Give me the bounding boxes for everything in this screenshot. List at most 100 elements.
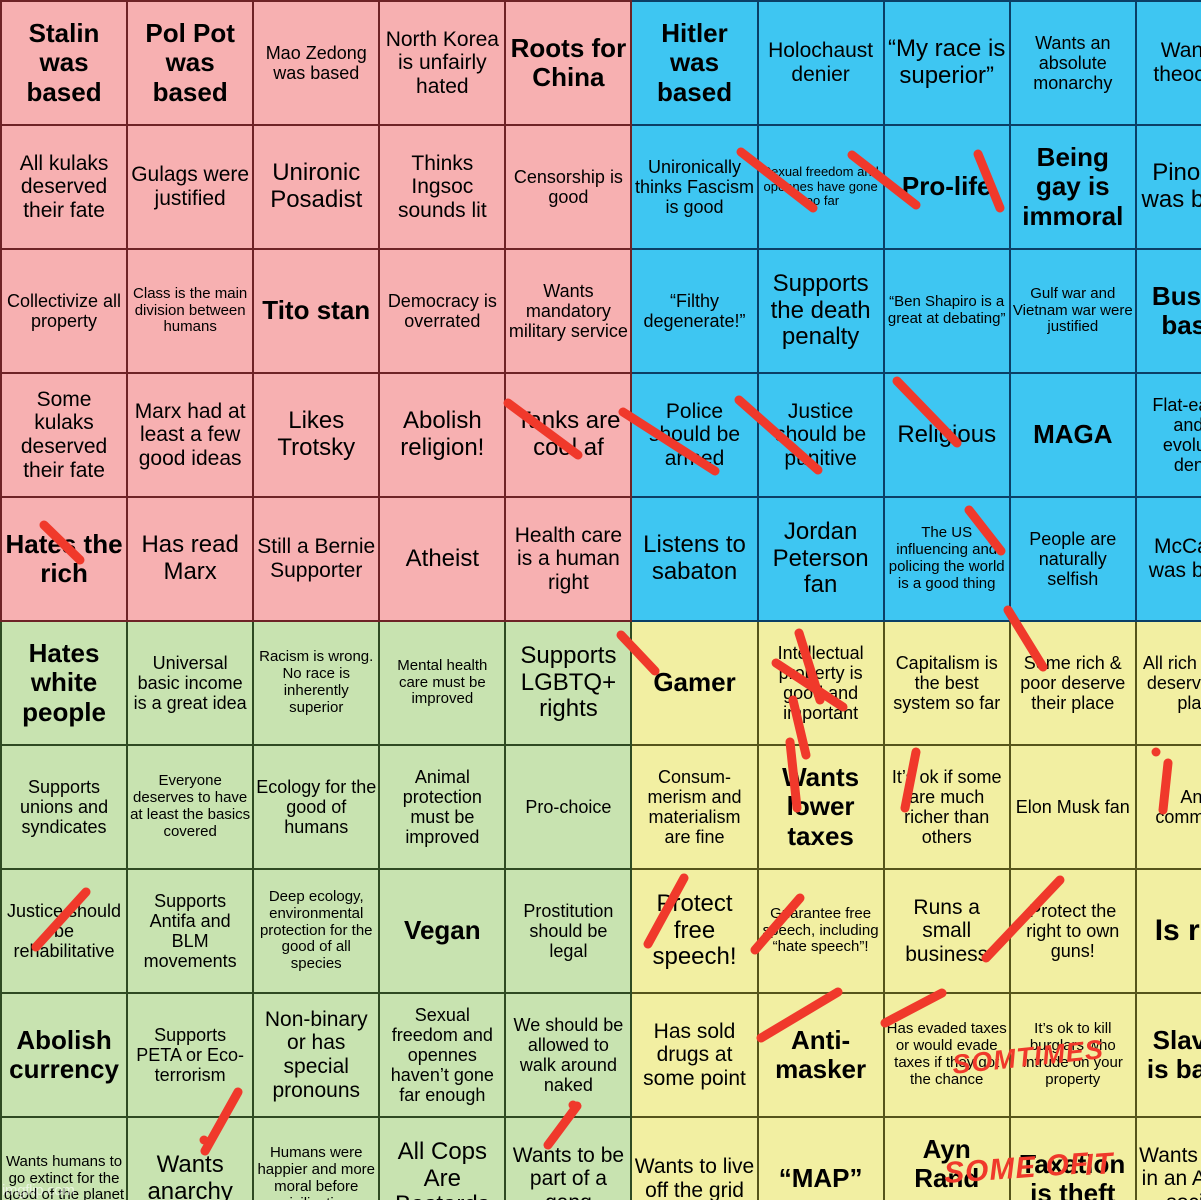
- bingo-cell[interactable]: Tito stan: [252, 248, 381, 374]
- bingo-cell[interactable]: MAGA: [1008, 372, 1137, 498]
- bingo-cell[interactable]: Stalin was based: [0, 0, 129, 126]
- bingo-cell[interactable]: Being gay is immoral: [1008, 124, 1137, 250]
- bingo-cell[interactable]: Non-binary or has special pronouns: [252, 992, 381, 1118]
- bingo-cell[interactable]: Gulags were justified: [126, 124, 255, 250]
- bingo-cell[interactable]: Anti-communist: [1134, 744, 1201, 870]
- bingo-cell[interactable]: Gamer: [630, 620, 759, 746]
- bingo-cell[interactable]: Is rich: [1134, 868, 1201, 994]
- bingo-cell[interactable]: Roots for China: [504, 0, 633, 126]
- bingo-cell[interactable]: Supports PETA or Eco-terrorism: [126, 992, 255, 1118]
- bingo-cell-label: All kulaks deserved their fate: [19, 151, 109, 222]
- bingo-cell[interactable]: People are naturally selfish: [1008, 496, 1137, 622]
- bingo-cell[interactable]: Sexual freedom and opennes haven’t gone …: [378, 992, 507, 1118]
- bingo-cell[interactable]: Police should be armed: [630, 372, 759, 498]
- bingo-cell[interactable]: All kulaks deserved their fate: [0, 124, 129, 250]
- bingo-cell[interactable]: Abolish religion!: [378, 372, 507, 498]
- bingo-cell[interactable]: Atheist: [378, 496, 507, 622]
- bingo-cell[interactable]: Thinks Ingsoc sounds lit: [378, 124, 507, 250]
- bingo-cell[interactable]: Anti-masker: [756, 992, 885, 1118]
- bingo-cell[interactable]: Deep ecology, environmental protection f…: [252, 868, 381, 994]
- bingo-cell[interactable]: Flat-earther and/or evolution denier: [1134, 372, 1201, 498]
- bingo-cell[interactable]: Censorship is good: [504, 124, 633, 250]
- bingo-cell[interactable]: The US influencing and policing the worl…: [882, 496, 1011, 622]
- bingo-cell[interactable]: Holochaust denier: [756, 0, 885, 126]
- bingo-cell[interactable]: Listens to sabaton: [630, 496, 759, 622]
- bingo-cell[interactable]: Consum-merism and materialism are fine: [630, 744, 759, 870]
- bingo-cell[interactable]: It’s ok if some are much richer than oth…: [882, 744, 1011, 870]
- bingo-cell[interactable]: Sexual freedom and opennes have gone too…: [756, 124, 885, 250]
- bingo-cell[interactable]: Jordan Peterson fan: [756, 496, 885, 622]
- bingo-cell[interactable]: Some rich & poor deserve their place: [1008, 620, 1137, 746]
- bingo-cell[interactable]: Pro-life: [882, 124, 1011, 250]
- bingo-cell[interactable]: “Ben Shapiro is a great at debating”: [882, 248, 1011, 374]
- bingo-cell[interactable]: Mental health care must be improved: [378, 620, 507, 746]
- bingo-cell[interactable]: We should be allowed to walk around nake…: [504, 992, 633, 1118]
- bingo-cell[interactable]: Wants lower taxes: [756, 744, 885, 870]
- bingo-cell[interactable]: Pinochet was based: [1134, 124, 1201, 250]
- bingo-cell[interactable]: Ecology for the good of humans: [252, 744, 381, 870]
- bingo-cell[interactable]: “MAP”: [756, 1116, 885, 1200]
- bingo-cell[interactable]: Supports the death penalty: [756, 248, 885, 374]
- bingo-cell[interactable]: Justice should be rehabilitative: [0, 868, 129, 994]
- bingo-cell[interactable]: “My race is superior”: [882, 0, 1011, 126]
- bingo-cell[interactable]: Universal basic income is a great idea: [126, 620, 255, 746]
- bingo-cell-label: Wants a theocracy: [1153, 39, 1201, 86]
- bingo-cell[interactable]: Wants an absolute monarchy: [1008, 0, 1137, 126]
- bingo-cell[interactable]: Supports Antifa and BLM movements: [126, 868, 255, 994]
- bingo-cell[interactable]: Hates the rich: [0, 496, 129, 622]
- bingo-cell[interactable]: Some kulaks deserved their fate: [0, 372, 129, 498]
- bingo-cell[interactable]: Humans were happier and more moral befor…: [252, 1116, 381, 1200]
- bingo-cell[interactable]: Runs a small business: [882, 868, 1011, 994]
- bingo-cell[interactable]: Protect free speech!: [630, 868, 759, 994]
- bingo-cell[interactable]: Health care is a human right: [504, 496, 633, 622]
- bingo-cell[interactable]: Democracy is overrated: [378, 248, 507, 374]
- bingo-cell[interactable]: Wants to live in an AnCap society: [1134, 1116, 1201, 1200]
- bingo-cell[interactable]: Wants to live off the grid: [630, 1116, 759, 1200]
- bingo-cell[interactable]: Wants a theocracy: [1134, 0, 1201, 126]
- bingo-cell[interactable]: Wants mandatory military service: [504, 248, 633, 374]
- bingo-cell[interactable]: Justice should be punitive: [756, 372, 885, 498]
- bingo-cell[interactable]: Intellectual property is good and import…: [756, 620, 885, 746]
- bingo-cell[interactable]: Prostitution should be legal: [504, 868, 633, 994]
- bingo-cell[interactable]: Religious: [882, 372, 1011, 498]
- bingo-cell[interactable]: Collectivize all property: [0, 248, 129, 374]
- bingo-cell[interactable]: Everyone deserves to have at least the b…: [126, 744, 255, 870]
- bingo-cell[interactable]: Guarantee free speech, including “hate s…: [756, 868, 885, 994]
- bingo-cell[interactable]: Elon Musk fan: [1008, 744, 1137, 870]
- bingo-cell[interactable]: Hitler was based: [630, 0, 759, 126]
- bingo-cell[interactable]: Animal protection must be improved: [378, 744, 507, 870]
- bingo-cell[interactable]: Capitalism is the best system so far: [882, 620, 1011, 746]
- bingo-cell[interactable]: McCarthy was based: [1134, 496, 1201, 622]
- bingo-cell[interactable]: Supports unions and syndicates: [0, 744, 129, 870]
- bingo-cell[interactable]: Marx had at least a few good ideas: [126, 372, 255, 498]
- bingo-cell[interactable]: Slavery is based: [1134, 992, 1201, 1118]
- bingo-cell[interactable]: “Filthy degenerate!”: [630, 248, 759, 374]
- bingo-cell[interactable]: All Cops Are Bastards: [378, 1116, 507, 1200]
- bingo-cell[interactable]: Pol Pot was based: [126, 0, 255, 126]
- bingo-cell[interactable]: Protect the right to own guns!: [1008, 868, 1137, 994]
- bingo-cell[interactable]: Wants anarchy: [126, 1116, 255, 1200]
- bingo-cell[interactable]: Abolish currency: [0, 992, 129, 1118]
- bingo-cell[interactable]: Gulf war and Vietnam war were justified: [1008, 248, 1137, 374]
- bingo-cell[interactable]: Has read Marx: [126, 496, 255, 622]
- bingo-cell[interactable]: Wants to be part of a gang: [504, 1116, 633, 1200]
- bingo-cell[interactable]: Pro-choice: [504, 744, 633, 870]
- bingo-cell[interactable]: Still a Bernie Supporter: [252, 496, 381, 622]
- bingo-cell-label: Unironic Posadist: [270, 159, 363, 213]
- bingo-cell[interactable]: Class is the main division between human…: [126, 248, 255, 374]
- bingo-cell[interactable]: Supports LGBTQ+ rights: [504, 620, 633, 746]
- bingo-row: Supports unions and syndicates Everyone d…: [0, 744, 1201, 870]
- bingo-cell[interactable]: Mao Zedong was based: [252, 0, 381, 126]
- bingo-cell[interactable]: Hates white people: [0, 620, 129, 746]
- bingo-cell[interactable]: North Korea is unfairly hated: [378, 0, 507, 126]
- bingo-cell[interactable]: Has sold drugs at some point: [630, 992, 759, 1118]
- bingo-cell[interactable]: Racism is wrong. No race is inherently s…: [252, 620, 381, 746]
- bingo-cell[interactable]: All rich & poor deserve their place: [1134, 620, 1201, 746]
- bingo-cell[interactable]: Tanks are cool af: [504, 372, 633, 498]
- bingo-cell[interactable]: Likes Trotsky: [252, 372, 381, 498]
- bingo-cell[interactable]: Unironically thinks Fascism is good: [630, 124, 759, 250]
- bingo-cell[interactable]: Bush is based: [1134, 248, 1201, 374]
- bingo-cell[interactable]: Vegan: [378, 868, 507, 994]
- bingo-cell-label: Stalin was based: [26, 18, 102, 107]
- bingo-cell[interactable]: Unironic Posadist: [252, 124, 381, 250]
